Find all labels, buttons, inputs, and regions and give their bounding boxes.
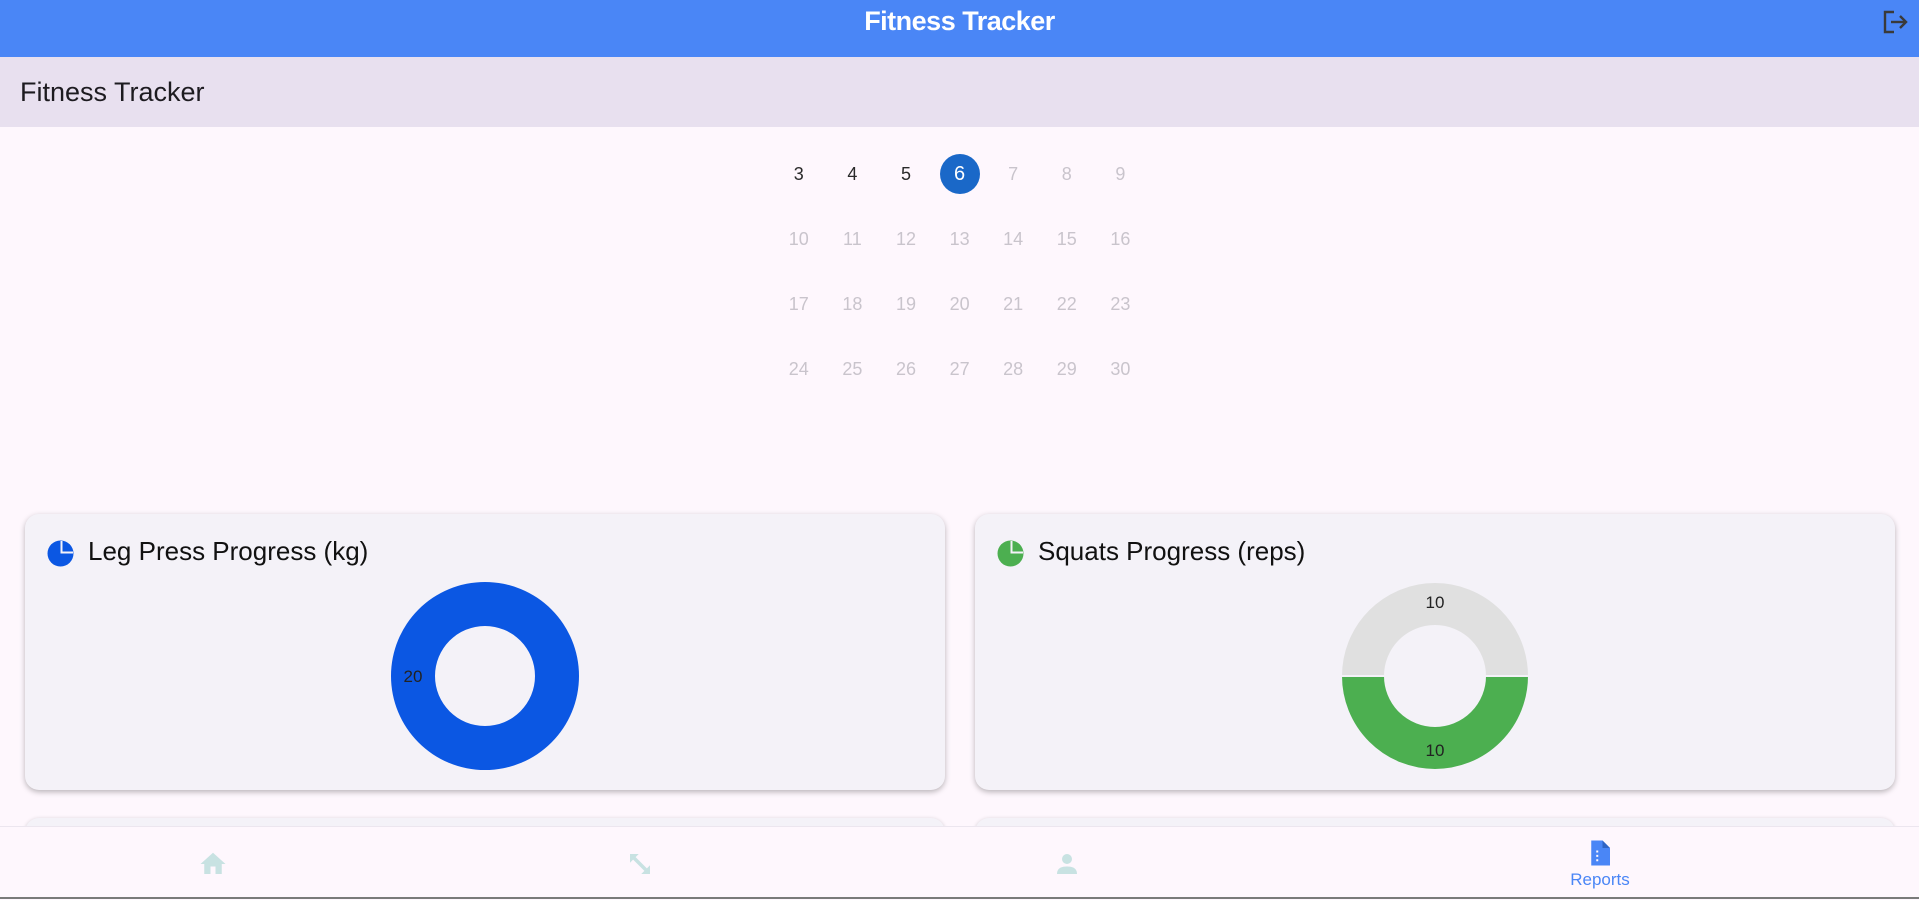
- calendar-day-label: 28: [1003, 358, 1024, 379]
- app-title: Fitness Tracker: [864, 6, 1055, 36]
- calendar-day-30[interactable]: 30: [1094, 349, 1148, 389]
- calendar-day-21[interactable]: 21: [986, 284, 1040, 324]
- calendar-day-20[interactable]: 20: [933, 284, 987, 324]
- calendar-day-label: 9: [1115, 163, 1126, 184]
- calendar-grid: 3 4 5 6 7 8 9 10 11 12 13 14 15 16 17 18 19 20 21 22 23 24 25 2…: [772, 154, 1148, 414]
- donut-slice-label: 10: [1426, 593, 1445, 612]
- nav-item-reports[interactable]: Reports: [1500, 827, 1700, 900]
- person-icon: [1057, 853, 1077, 874]
- calendar-day-label: 24: [788, 358, 809, 379]
- calendar-day-9[interactable]: 9: [1094, 154, 1148, 194]
- calendar-day-16[interactable]: 16: [1094, 219, 1148, 259]
- calendar-day-29[interactable]: 29: [1040, 349, 1094, 389]
- calendar-day-label: 14: [1003, 228, 1024, 249]
- bottom-navigation: Reports: [0, 826, 1919, 899]
- calendar-day-label: 5: [900, 163, 911, 184]
- calendar-day-label: 10: [788, 228, 809, 249]
- donut-slice-label: 20: [404, 667, 423, 686]
- leg-press-card: Leg Press Progress (kg) 20: [25, 514, 945, 790]
- calendar-day-label: 13: [949, 228, 970, 249]
- calendar-day-label: 4: [847, 163, 858, 184]
- calendar-week-row: 17 18 19 20 21 22 23: [772, 284, 1148, 349]
- calendar-day-label: 26: [895, 358, 916, 379]
- calendar-day-13[interactable]: 13: [933, 219, 987, 259]
- calendar-day-3[interactable]: 3: [772, 154, 826, 194]
- calendar-day-label: 21: [1003, 293, 1024, 314]
- calendar-day-5[interactable]: 5: [879, 154, 933, 194]
- calendar-day-label: 25: [842, 358, 863, 379]
- expand-arrows-icon: [630, 853, 650, 874]
- squats-donut-chart: 10 10: [1339, 581, 1531, 771]
- page-header: Fitness Tracker: [0, 57, 1919, 127]
- calendar-week-row: 3 4 5 6 7 8 9: [772, 154, 1148, 219]
- calendar-day-label: 27: [949, 358, 970, 379]
- calendar-day-label: 17: [788, 293, 809, 314]
- home-icon: [200, 852, 226, 874]
- calendar-day-label: 18: [842, 293, 863, 314]
- calendar-day-19[interactable]: 19: [879, 284, 933, 324]
- page-title: Fitness Tracker: [20, 77, 205, 107]
- calendar-day-label: 19: [895, 293, 916, 314]
- calendar-day-label: 6: [939, 154, 980, 194]
- calendar-day-12[interactable]: 12: [879, 219, 933, 259]
- calendar-day-label: 8: [1061, 163, 1072, 184]
- calendar-day-label: 23: [1110, 293, 1131, 314]
- calendar-day-8[interactable]: 8: [1040, 154, 1094, 194]
- calendar-day-25[interactable]: 25: [826, 349, 880, 389]
- logout-icon[interactable]: [1881, 9, 1909, 35]
- nav-item-home[interactable]: [113, 827, 313, 900]
- calendar-day-label: 20: [949, 293, 970, 314]
- calendar-day-label: 3: [793, 163, 804, 184]
- calendar-day-11[interactable]: 11: [826, 219, 880, 259]
- calendar-day-23[interactable]: 23: [1094, 284, 1148, 324]
- calendar-week-row: 24 25 26 27 28 29 30: [772, 349, 1148, 414]
- calendar-day-label: 11: [843, 228, 862, 249]
- calendar-day-26[interactable]: 26: [879, 349, 933, 389]
- calendar-day-4[interactable]: 4: [826, 154, 880, 194]
- calendar-week-row: 10 11 12 13 14 15 16: [772, 219, 1148, 284]
- calendar-day-label: 16: [1110, 228, 1131, 249]
- nav-item-profile[interactable]: [967, 827, 1167, 900]
- calendar-day-label: 7: [1008, 163, 1019, 184]
- calendar-day-28[interactable]: 28: [986, 349, 1040, 389]
- calendar-day-27[interactable]: 27: [933, 349, 987, 389]
- calendar-day-24[interactable]: 24: [772, 349, 826, 389]
- nav-item-workouts[interactable]: [540, 827, 740, 900]
- squats-card: Squats Progress (reps) 10 10: [975, 514, 1895, 790]
- app-bar: Fitness Tracker: [0, 0, 1919, 57]
- calendar-day-10[interactable]: 10: [772, 219, 826, 259]
- calendar-day-18[interactable]: 18: [826, 284, 880, 324]
- calendar-day-15[interactable]: 15: [1040, 219, 1094, 259]
- calendar-day-14[interactable]: 14: [986, 219, 1040, 259]
- calendar-day-label: 30: [1110, 358, 1131, 379]
- report-icon: [1591, 840, 1610, 865]
- calendar-day-label: 12: [895, 228, 916, 249]
- calendar-day-label: 29: [1056, 358, 1077, 379]
- calendar-day-label: 22: [1056, 293, 1077, 314]
- leg-press-donut-chart: 20: [390, 581, 580, 771]
- donut-slice-label: 10: [1426, 741, 1445, 760]
- calendar-day-label: 15: [1056, 228, 1077, 249]
- calendar-day-17[interactable]: 17: [772, 284, 826, 324]
- calendar-day-22[interactable]: 22: [1040, 284, 1094, 324]
- calendar-day-7[interactable]: 7: [986, 154, 1040, 194]
- nav-label-reports: Reports: [1570, 869, 1630, 889]
- calendar-day-6[interactable]: 6: [933, 154, 987, 194]
